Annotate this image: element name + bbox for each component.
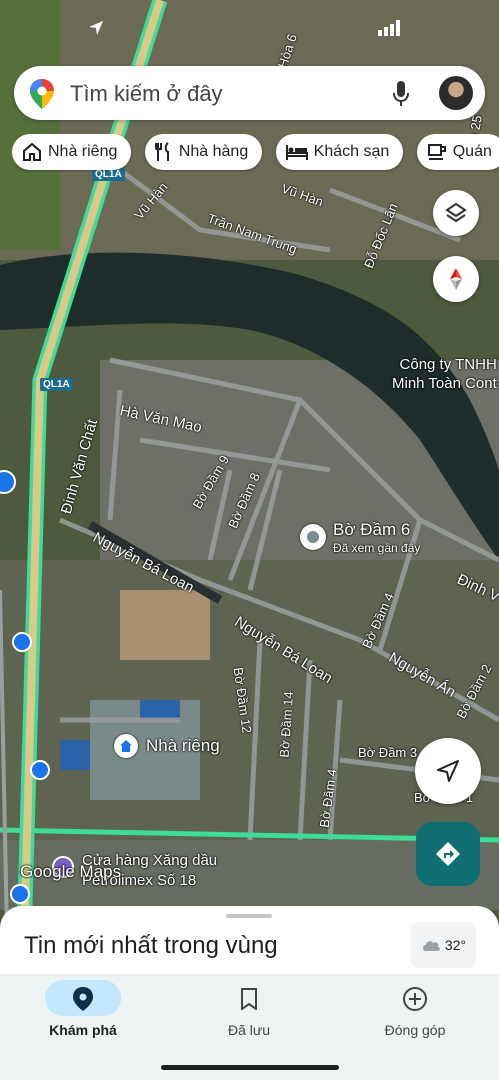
google-maps-watermark: Google Maps [20,862,122,881]
navigation-arrow-icon [437,760,459,782]
compass-button[interactable] [433,256,479,302]
place-marker-bodam6[interactable]: Bờ Đầm 6 Đã xem gần đây [300,520,420,555]
chip-home[interactable]: Nhà riêng [12,134,132,170]
hotel-icon [285,145,308,160]
place-label: Bờ Đầm 6 [333,520,411,539]
nav-label: Khám phá [49,1022,117,1038]
chip-restaurant[interactable]: Nhà hàng [144,134,263,170]
chip-hotel[interactable]: Khách sạn [275,134,404,170]
poi-company[interactable]: Công ty TNHH Minh Toàn Cont [392,355,497,393]
place-pin-icon [300,524,326,550]
status-bar [0,0,499,42]
compass-icon [450,268,462,290]
search-input[interactable]: Tìm kiếm ở đây [70,81,223,107]
category-chips: Nhà riêng Nhà hàng Khách sạn Quán [12,134,499,172]
cafe-icon [427,144,446,160]
nav-contribute[interactable]: Đóng góp [332,974,498,1044]
directions-icon [436,842,460,866]
home-icon [23,142,41,161]
home-indicator [161,1065,339,1070]
poi-company-line2: Minh Toàn Cont [392,375,497,392]
home-label: Nhà riêng [146,736,220,755]
layers-button[interactable] [433,190,479,236]
microphone-icon[interactable] [392,81,410,107]
directions-button[interactable] [416,822,480,886]
weather-temp: 32° [444,937,467,953]
bus-stop-icon[interactable] [10,884,30,904]
bookmark-icon [241,988,257,1010]
cloud-icon [422,941,440,951]
chip-cafe[interactable]: Quán [416,134,499,170]
nav-label: Đã lưu [227,1022,271,1038]
signal-icon [378,20,400,36]
restaurant-icon [154,142,169,161]
chip-label: Khách sạn [313,143,390,160]
chip-label: Nhà hàng [178,143,249,160]
nav-saved[interactable]: Đã lưu [166,974,332,1044]
nav-explore[interactable]: Khám phá [0,974,166,1044]
poi-company-line1: Công ty TNHH [399,356,497,373]
weather-badge[interactable]: 32° [411,922,476,968]
nav-label: Đóng góp [384,1022,446,1038]
place-sublabel: Đã xem gần đây [333,541,421,555]
home-icon [114,734,138,758]
add-circle-icon [403,987,427,1011]
location-arrow-icon [89,21,103,35]
road-label: Bờ Đầm 3 [358,745,418,760]
bus-stop-icon[interactable] [12,632,32,652]
layers-icon [445,202,467,223]
avatar[interactable] [439,76,473,110]
home-marker[interactable]: Nhà riêng [114,734,220,758]
my-location-button[interactable] [415,738,481,804]
sheet-drag-handle[interactable] [226,914,272,918]
bus-stop-icon[interactable] [30,760,50,780]
chip-label: Nhà riêng [48,143,118,160]
search-bar[interactable]: Tìm kiếm ở đây [14,66,485,120]
sheet-title: Tin mới nhất trong vùng [24,932,278,959]
location-pin-icon [73,987,93,1011]
highway-shield: QL1A [40,378,73,391]
chip-label: Quán [452,143,492,160]
google-maps-pin-icon [30,79,54,109]
